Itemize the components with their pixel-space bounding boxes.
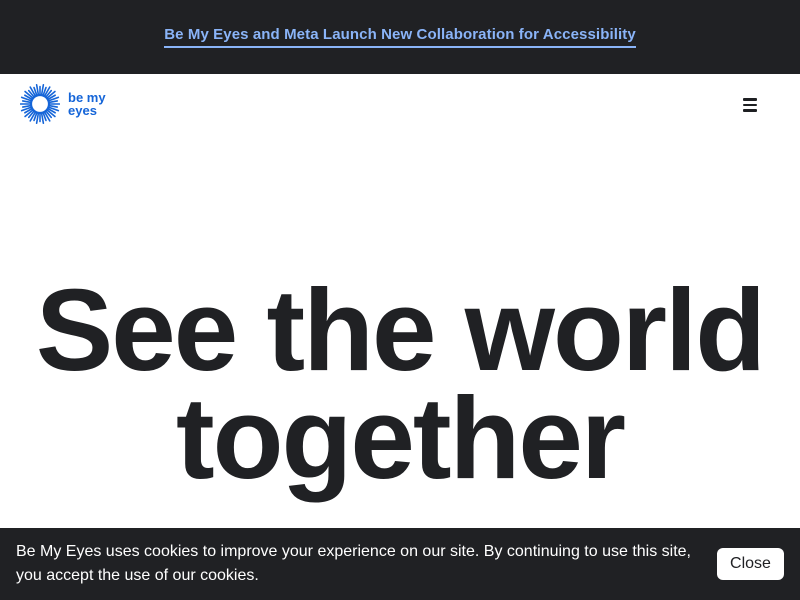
cookie-close-button[interactable]: Close — [717, 548, 784, 580]
logo-line-2: eyes — [68, 103, 97, 118]
menu-bar-middle — [743, 103, 757, 107]
hamburger-menu-icon[interactable] — [736, 92, 764, 118]
logo-link[interactable]: be my eyes — [20, 84, 106, 124]
announcement-bar: Be My Eyes and Meta Launch New Collabora… — [0, 0, 800, 74]
logo-wordmark: be my eyes — [68, 91, 106, 117]
announcement-link[interactable]: Be My Eyes and Meta Launch New Collabora… — [164, 26, 636, 48]
hero-line-2: together — [176, 373, 626, 503]
cookie-banner: Be My Eyes uses cookies to improve your … — [0, 528, 800, 600]
menu-bar-bottom — [743, 109, 757, 112]
site-header: be my eyes — [0, 74, 800, 136]
menu-bar-top — [743, 98, 757, 101]
hero-headline: See the world together — [0, 272, 800, 496]
be-my-eyes-logo-icon — [20, 84, 60, 124]
cookie-message: Be My Eyes uses cookies to improve your … — [16, 543, 691, 584]
